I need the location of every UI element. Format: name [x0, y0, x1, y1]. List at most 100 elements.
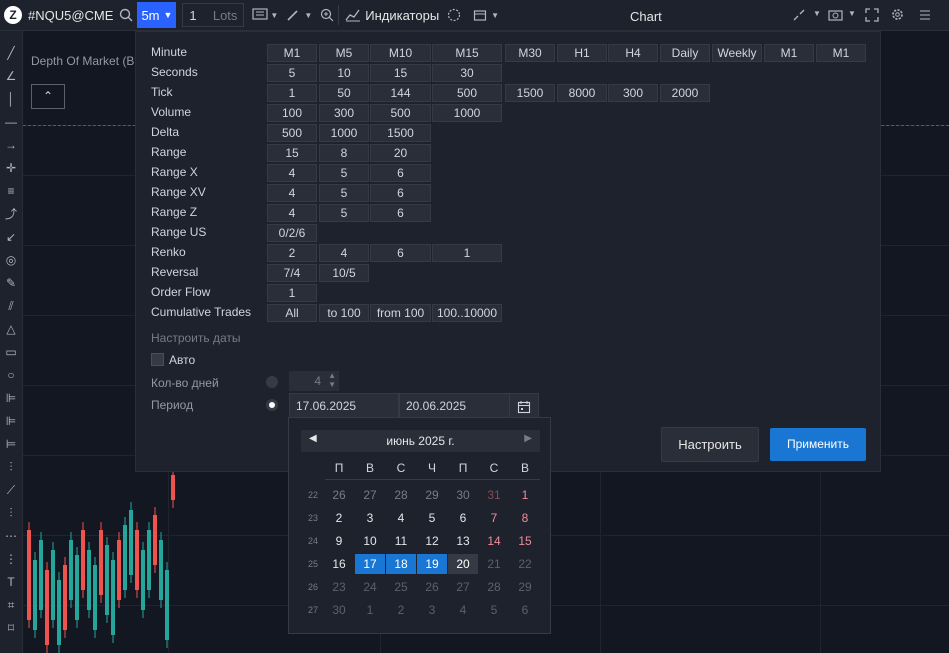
calendar-day[interactable]: 14 — [479, 531, 509, 551]
drawing-tool-icon[interactable]: — — [3, 114, 19, 130]
drawing-tool-icon[interactable]: ⊫ — [3, 413, 19, 429]
chevron-down-icon[interactable]: ▼ — [813, 9, 821, 18]
calendar-day[interactable]: 1 — [510, 485, 540, 505]
interval-button[interactable]: 6 — [370, 204, 431, 222]
drawing-tool-icon[interactable]: ▭ — [3, 344, 19, 360]
stepper-arrows-icon[interactable]: ▲ ▼ — [328, 371, 336, 389]
interval-button[interactable]: Daily — [660, 44, 710, 62]
more-icon[interactable] — [918, 7, 932, 23]
calendar-day[interactable]: 26 — [324, 485, 354, 505]
calendar-day[interactable]: 28 — [386, 485, 416, 505]
days-radio[interactable] — [266, 376, 278, 388]
calendar-day[interactable]: 8 — [510, 508, 540, 528]
chart-type-icon[interactable] — [252, 8, 269, 22]
calendar-day[interactable]: 5 — [417, 508, 447, 528]
drawing-tool-icon[interactable]: ⤴ — [3, 206, 19, 222]
interval-button[interactable]: Weekly — [712, 44, 762, 62]
interval-button[interactable]: to 100 — [319, 304, 369, 322]
layout-icon[interactable] — [473, 8, 487, 22]
indicators-icon[interactable] — [345, 8, 361, 22]
interval-button[interactable]: 4 — [267, 204, 317, 222]
interval-button[interactable]: 5 — [267, 64, 317, 82]
interval-button[interactable]: 15 — [267, 144, 317, 162]
interval-button[interactable]: 6 — [370, 164, 431, 182]
interval-button[interactable]: 1000 — [319, 124, 369, 142]
interval-button[interactable]: 6 — [370, 244, 431, 262]
drawing-tool-icon[interactable]: T — [3, 574, 19, 590]
template-icon[interactable] — [447, 8, 461, 22]
fullscreen-icon[interactable] — [865, 8, 879, 22]
calendar-day[interactable]: 4 — [386, 508, 416, 528]
calendar-day[interactable]: 29 — [417, 485, 447, 505]
interval-button[interactable]: M5 — [319, 44, 369, 62]
calendar-day[interactable]: 2 — [324, 508, 354, 528]
calendar-day[interactable]: 22 — [510, 554, 540, 574]
collapse-arrows-icon[interactable] — [792, 8, 806, 22]
calendar-day[interactable]: 17 — [355, 554, 385, 574]
calendar-day[interactable]: 7 — [479, 508, 509, 528]
calendar-day[interactable]: 27 — [448, 577, 478, 597]
drawing-tool-icon[interactable]: ⌗ — [3, 597, 19, 613]
lots-input[interactable]: 1 Lots — [182, 3, 245, 27]
calendar-day[interactable]: 9 — [324, 531, 354, 551]
drawing-tool-icon[interactable]: ⫶ — [3, 505, 19, 521]
interval-button[interactable]: 5 — [319, 164, 369, 182]
drawing-tool-icon[interactable]: △ — [3, 321, 19, 337]
apply-button[interactable]: Применить — [770, 428, 866, 461]
calendar-day[interactable]: 15 — [510, 531, 540, 551]
date-from-field[interactable]: 17.06.2025 — [289, 393, 399, 419]
calendar-day[interactable]: 27 — [355, 485, 385, 505]
calendar-day[interactable]: 4 — [448, 600, 478, 620]
zoom-icon[interactable] — [320, 8, 334, 22]
chevron-down-icon[interactable]: ▼ — [304, 11, 312, 20]
interval-button[interactable]: M1 — [816, 44, 866, 62]
drawing-tool-icon[interactable]: ○ — [3, 367, 19, 383]
interval-button[interactable]: 500 — [267, 124, 317, 142]
interval-button[interactable]: from 100 — [370, 304, 431, 322]
drawing-tool-icon[interactable]: ⋮ — [3, 551, 19, 567]
next-month-icon[interactable]: ▶ — [524, 433, 532, 444]
drawing-tool-icon[interactable]: ⊨ — [3, 436, 19, 452]
calendar-day[interactable]: 11 — [386, 531, 416, 551]
calendar-day[interactable]: 23 — [324, 577, 354, 597]
calendar-day[interactable]: 10 — [355, 531, 385, 551]
interval-button[interactable]: 8000 — [557, 84, 607, 102]
interval-button[interactable]: M30 — [505, 44, 555, 62]
calendar-day[interactable]: 6 — [510, 600, 540, 620]
search-icon[interactable] — [119, 8, 133, 22]
interval-button[interactable]: 100 — [267, 104, 317, 122]
interval-button[interactable]: 30 — [432, 64, 502, 82]
drawing-tool-icon[interactable]: ⌑ — [3, 620, 19, 636]
calendar-day[interactable]: 13 — [448, 531, 478, 551]
interval-button[interactable]: 2 — [267, 244, 317, 262]
drawing-tool-icon[interactable]: ⫽ — [3, 298, 19, 314]
calendar-day[interactable]: 28 — [479, 577, 509, 597]
drawing-tool-icon[interactable]: → — [3, 137, 19, 153]
drawing-tool-icon[interactable]: ╱ — [3, 45, 19, 61]
interval-button[interactable]: 4 — [319, 244, 369, 262]
interval-button[interactable]: 500 — [432, 84, 502, 102]
interval-button[interactable]: 7/4 — [267, 264, 317, 282]
interval-button[interactable]: 6 — [370, 184, 431, 202]
calendar-day[interactable]: 21 — [479, 554, 509, 574]
interval-button[interactable]: 4 — [267, 164, 317, 182]
drawing-tool-icon[interactable]: ⊫ — [3, 390, 19, 406]
drawing-tool-icon[interactable]: │ — [3, 91, 19, 107]
interval-button[interactable]: 300 — [319, 104, 369, 122]
interval-button[interactable]: 1 — [267, 284, 317, 302]
calendar-day[interactable]: 20 — [448, 554, 478, 574]
interval-button[interactable]: 100..10000 — [432, 304, 502, 322]
interval-button[interactable]: 15 — [370, 64, 431, 82]
pencil-icon[interactable] — [286, 8, 300, 22]
chevron-down-icon[interactable]: ▼ — [270, 11, 278, 20]
interval-button[interactable]: 4 — [267, 184, 317, 202]
collapse-button[interactable]: ⌃ — [31, 84, 65, 109]
interval-button[interactable]: 8 — [319, 144, 369, 162]
calendar-day[interactable]: 16 — [324, 554, 354, 574]
chevron-down-icon[interactable]: ▼ — [491, 11, 499, 20]
interval-button[interactable]: 1 — [267, 84, 317, 102]
interval-button[interactable]: H4 — [608, 44, 658, 62]
calendar-day[interactable]: 3 — [355, 508, 385, 528]
calendar-day[interactable]: 31 — [479, 485, 509, 505]
indicators-button[interactable]: Индикаторы — [365, 8, 439, 23]
